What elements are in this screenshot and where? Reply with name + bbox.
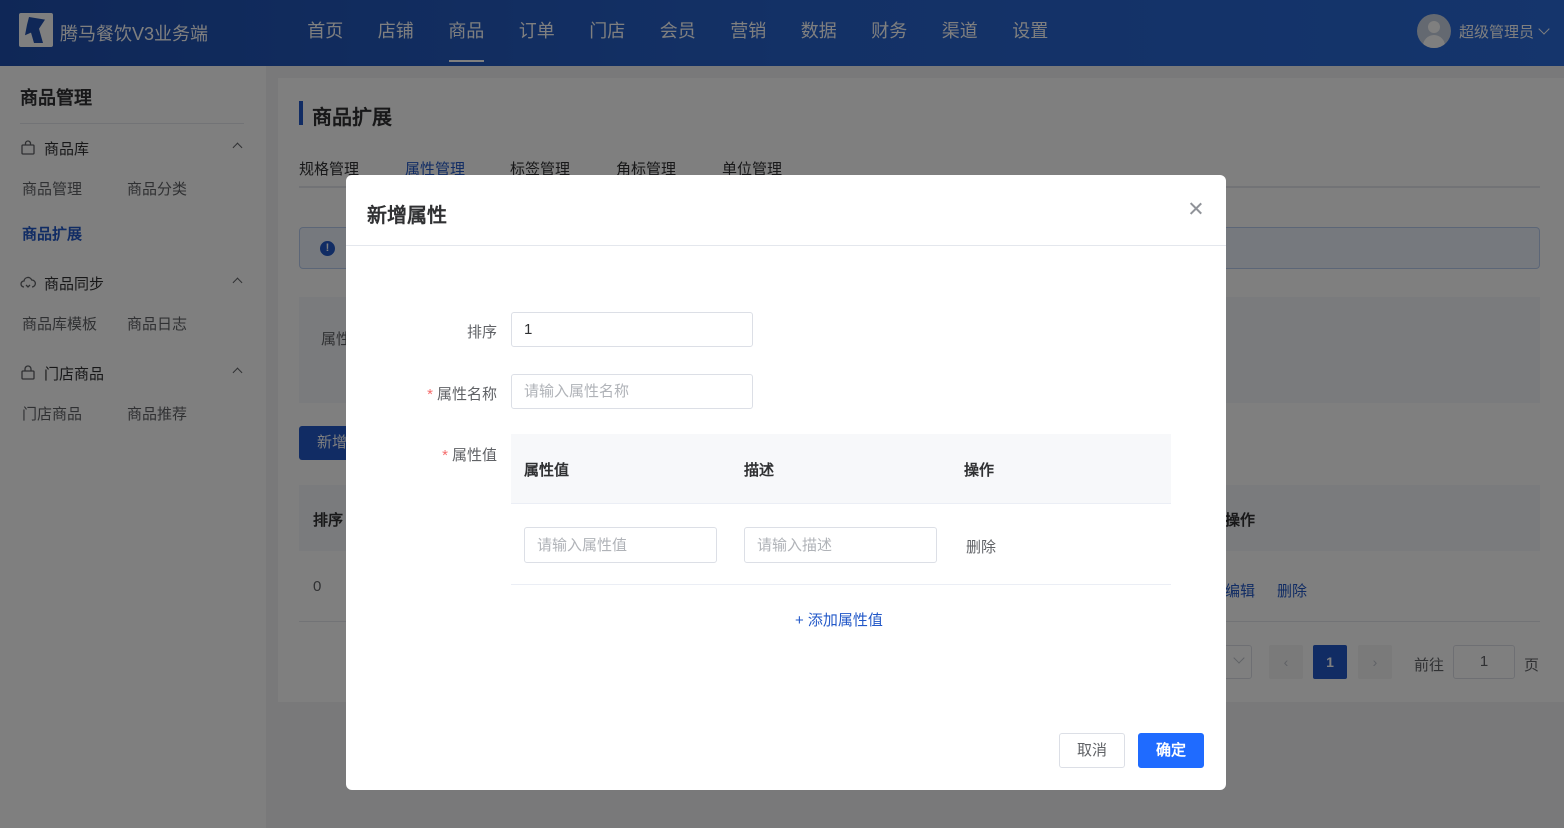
required-mark: *	[427, 386, 433, 403]
name-label: * 属性名称	[347, 383, 497, 404]
close-icon[interactable]	[1186, 199, 1206, 219]
values-table-header: 属性值 描述 操作	[511, 434, 1171, 504]
dialog-divider	[346, 245, 1226, 246]
add-value-link[interactable]: + 添加属性值	[795, 609, 883, 630]
cancel-button[interactable]: 取消	[1059, 733, 1125, 768]
sort-label-text: 排序	[466, 324, 497, 341]
add-attribute-dialog: 新增属性 排序 *属性名称 *属性值 属性值 描述 操作 删除 + 添加属性值 …	[346, 175, 1226, 790]
confirm-button[interactable]: 确定	[1138, 733, 1204, 768]
values-label: * 属性值	[347, 444, 497, 465]
required-mark: *	[442, 447, 448, 464]
sort-label: 排序	[347, 321, 497, 342]
description-input[interactable]	[744, 527, 937, 563]
dialog-title: 新增属性	[367, 205, 447, 227]
attribute-name-input[interactable]	[511, 374, 753, 409]
values-label-text: 属性值	[451, 447, 497, 464]
delete-row-link[interactable]: 删除	[966, 536, 996, 557]
name-label-text: 属性名称	[436, 386, 497, 403]
column-header-description: 描述	[744, 462, 775, 479]
attribute-value-input[interactable]	[524, 527, 717, 563]
column-header-value: 属性值	[524, 462, 570, 479]
column-header-action: 操作	[964, 462, 995, 479]
table-row: 删除	[511, 504, 1171, 585]
sort-input[interactable]	[511, 312, 753, 347]
